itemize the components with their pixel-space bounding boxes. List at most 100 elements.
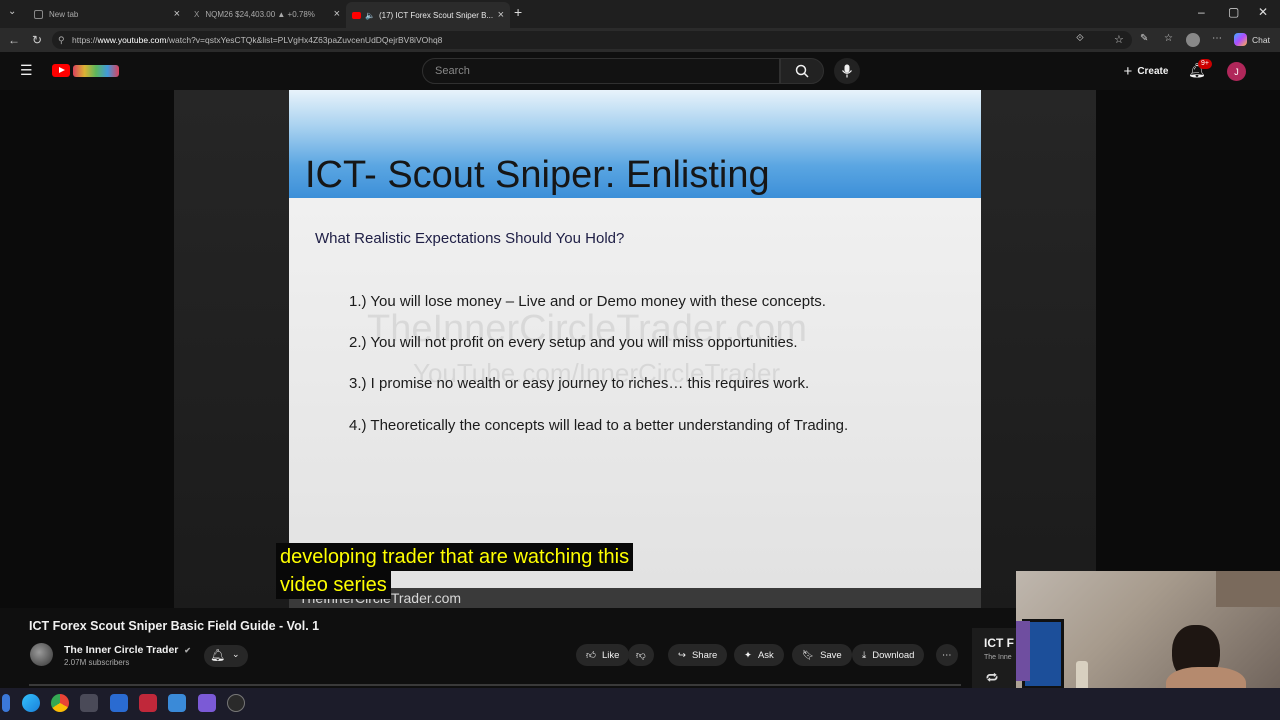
channel-avatar[interactable] — [30, 643, 53, 666]
ask-button[interactable]: ✦ Ask — [734, 644, 784, 666]
bookmark-star-icon[interactable]: ☆ — [1114, 33, 1124, 46]
microphone-icon — [842, 64, 852, 78]
extensions-icon[interactable]: ✎ — [1140, 33, 1148, 44]
github-icon[interactable] — [227, 694, 245, 712]
close-tab-icon[interactable]: × — [498, 9, 504, 21]
playlist-card-title: ICT F — [984, 636, 1014, 650]
channel-name[interactable]: The Inner Circle Trader ✔ — [64, 644, 191, 656]
subscriber-count: 2.07M subscribers — [64, 658, 130, 667]
save-label: Save — [820, 649, 842, 661]
address-bar-row: ← ↻ https://www.youtube.com/watch?v=qstx… — [0, 28, 1280, 52]
notifications-button[interactable]: 🔔︎ 9+ — [1188, 59, 1212, 82]
tab-new-tab[interactable]: New tab × — [28, 3, 186, 25]
create-button[interactable]: + Create — [1116, 58, 1176, 84]
caption-line-1: developing trader that are watching this — [276, 543, 634, 571]
url-path: /watch?v=qstxYesCTQk&list=PLVgHx4Z63paZu… — [166, 35, 443, 45]
site-info-icon[interactable]: ⚲ — [58, 35, 65, 46]
tab-favicon-icon — [34, 9, 43, 19]
chrome-icon[interactable] — [51, 694, 69, 712]
reload-icon[interactable]: ↻ — [32, 33, 42, 47]
subscription-bell-button[interactable]: 🔔︎ ⌄ — [204, 645, 248, 667]
youtube-header: ☰ Search + Create 🔔︎ 9+ J — [0, 52, 1280, 90]
tab-youtube[interactable]: 🔈 (17) ICT Forex Scout Sniper B... × — [346, 2, 510, 28]
tab-label: NQM26 $24,403.00 ▲ +0.78% — [205, 9, 315, 19]
account-avatar[interactable]: J — [1227, 62, 1246, 81]
plus-icon: + — [1123, 62, 1133, 80]
tab-list-icon[interactable]: ⌄ — [8, 6, 16, 17]
search-icon — [795, 64, 809, 78]
verified-icon: ✔ — [184, 646, 191, 655]
translate-icon[interactable]: ⟐ — [1076, 33, 1084, 44]
webcam-overlay — [1016, 571, 1280, 700]
close-window-icon[interactable]: ✕ — [1258, 5, 1268, 19]
maximize-icon[interactable]: ▢ — [1228, 5, 1239, 19]
slide-title: ICT- Scout Sniper: Enlisting — [305, 154, 770, 196]
start-icon[interactable] — [2, 694, 10, 712]
editor-icon[interactable] — [110, 694, 128, 712]
discord-icon[interactable] — [198, 694, 216, 712]
playlist-card-subtitle: The Inne — [984, 654, 1012, 661]
youtube-favicon-icon — [352, 11, 361, 19]
os-taskbar — [0, 688, 1280, 720]
playlist-card[interactable]: ICT F The Inne 🔁︎ — [972, 628, 1020, 690]
video-player[interactable]: ICT- Scout Sniper: Enlisting What Realis… — [0, 90, 1280, 608]
divider — [29, 684, 961, 686]
player-side-panel-left — [174, 90, 289, 608]
video-title: ICT Forex Scout Sniper Basic Field Guide… — [29, 619, 320, 633]
slide-point: 1.) You will lose money – Live and or De… — [349, 293, 826, 310]
slide-point: 2.) You will not profit on every setup a… — [349, 334, 798, 351]
app-icon[interactable] — [168, 694, 186, 712]
close-tab-icon[interactable]: × — [174, 8, 180, 20]
store-icon[interactable] — [80, 694, 98, 712]
minimize-icon[interactable]: – — [1198, 5, 1205, 19]
url-field[interactable]: https://www.youtube.com/watch?v=qstxYesC… — [52, 31, 1132, 49]
channel-name-text: The Inner Circle Trader — [64, 644, 179, 656]
save-button[interactable]: 🔖︎ Save — [792, 644, 852, 666]
browser-tab-bar: ⌄ New tab × X NQM26 $24,403.00 ▲ +0.78% … — [0, 0, 1280, 28]
more-actions-button[interactable]: ⋯ — [936, 644, 958, 666]
favorites-icon[interactable]: ☆ — [1164, 33, 1173, 44]
ask-label: Ask — [757, 649, 774, 661]
edge-browser-icon[interactable] — [22, 694, 40, 712]
more-horizontal-icon: ⋯ — [942, 649, 952, 661]
search-input[interactable]: Search — [422, 58, 780, 84]
presentation-slide: ICT- Scout Sniper: Enlisting What Realis… — [289, 90, 981, 588]
shelf-shape — [1216, 571, 1280, 607]
back-icon[interactable]: ← — [8, 33, 20, 47]
download-icon: ⤓ — [862, 649, 867, 661]
doodle-icon — [73, 64, 119, 77]
like-label: Like — [601, 649, 620, 661]
profile-icon[interactable] — [1186, 33, 1200, 47]
like-button[interactable]: 👍︎ Like — [576, 644, 630, 666]
monitor-shape — [1016, 621, 1030, 681]
create-label: Create — [1137, 65, 1169, 77]
chat-label[interactable]: Chat — [1252, 35, 1270, 45]
close-tab-icon[interactable]: × — [334, 8, 340, 20]
slide-footer: TheInnerCircleTrader.com — [289, 588, 981, 608]
bell-icon: 🔔︎ — [210, 648, 226, 662]
bookmark-icon: 🔖︎ — [802, 649, 815, 661]
speaker-icon[interactable]: 🔈 — [365, 11, 375, 20]
share-button[interactable]: ↪ Share — [668, 644, 728, 666]
notification-badge: 9+ — [1198, 59, 1212, 69]
tab-nqm[interactable]: X NQM26 $24,403.00 ▲ +0.78% × — [188, 3, 346, 25]
slide-question: What Realistic Expectations Should You H… — [315, 230, 625, 247]
loop-icon[interactable]: 🔁︎ — [986, 670, 998, 687]
youtube-logo[interactable] — [52, 64, 119, 77]
new-tab-icon[interactable]: + — [514, 4, 522, 20]
url-host: www.youtube.com — [97, 35, 167, 45]
youtube-play-icon — [52, 64, 70, 77]
hamburger-menu-icon[interactable]: ☰ — [20, 62, 33, 79]
slide-point: 3.) I promise no wealth or easy journey … — [349, 375, 810, 392]
more-menu-icon[interactable]: ⋯ — [1212, 33, 1222, 44]
copilot-icon[interactable] — [1234, 33, 1247, 46]
shield-icon[interactable] — [139, 694, 157, 712]
share-icon: ↪ — [678, 649, 686, 661]
sparkle-icon: ✦ — [744, 649, 752, 661]
download-button[interactable]: ⤓ Download — [852, 644, 925, 666]
dislike-button[interactable]: 👎︎ — [628, 644, 654, 666]
voice-search-button[interactable] — [834, 58, 860, 84]
thumbs-down-icon: 👎︎ — [636, 650, 646, 661]
search-button[interactable] — [780, 58, 824, 84]
tab-label: New tab — [49, 9, 79, 19]
